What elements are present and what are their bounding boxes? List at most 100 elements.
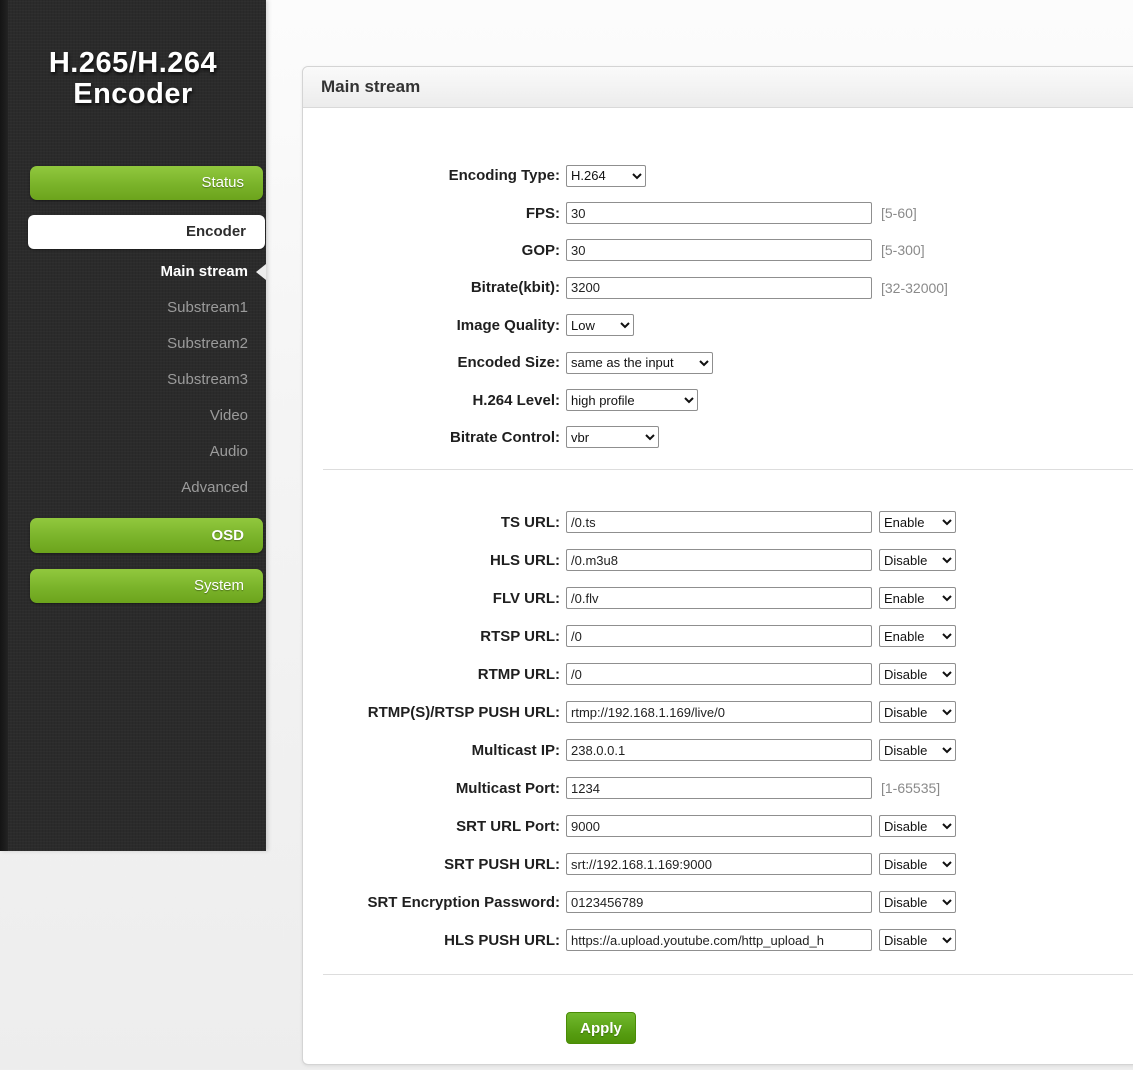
rtmp-url-row: RTMP URL: Disable (303, 655, 1133, 693)
hls-push-url-row: HLS PUSH URL: Disable (303, 921, 1133, 959)
bitrate-label: Bitrate(kbit): (470, 279, 560, 297)
sidebar-item-encoder[interactable]: Encoder (28, 215, 265, 249)
bitrate-input[interactable] (566, 276, 872, 299)
substream3-label: Substream3 (167, 371, 248, 388)
multicast-ip-state-select[interactable]: Disable (879, 739, 956, 762)
fps-input[interactable] (566, 202, 872, 225)
flv-url-label: FLV URL: (492, 589, 560, 607)
srt-encryption-password-state-select[interactable]: Disable (879, 891, 956, 914)
fps-range-hint: [5-60] (881, 205, 917, 222)
encoding-type-select[interactable]: H.264 (566, 164, 646, 187)
sidebar-item-main-stream[interactable]: Main stream (0, 254, 266, 290)
main-stream-panel: Main stream Encoding Type: H.264 FPS: [5… (302, 66, 1133, 1065)
flv-url-input[interactable] (566, 587, 872, 610)
flv-url-row: FLV URL: Enable (303, 579, 1133, 617)
srt-push-url-row: SRT PUSH URL: Disable (303, 845, 1133, 883)
sidebar-item-substream3[interactable]: Substream3 (0, 362, 266, 398)
multicast-port-row: Multicast Port: [1-65535] (303, 769, 1133, 807)
apply-row: Apply (303, 1012, 1133, 1045)
sidebar-item-advanced[interactable]: Advanced (0, 470, 266, 506)
rtmp-push-url-label: RTMP(S)/RTSP PUSH URL: (367, 703, 560, 721)
hls-push-url-state-select[interactable]: Disable (879, 929, 956, 952)
rtsp-url-input[interactable] (566, 625, 872, 648)
image-quality-select[interactable]: Low (566, 314, 634, 337)
main-stream-label: Main stream (160, 263, 248, 280)
image-quality-label: Image Quality: (456, 316, 560, 334)
osd-label: OSD (211, 527, 244, 544)
sidebar-item-osd[interactable]: OSD (30, 518, 263, 553)
substream2-label: Substream2 (167, 335, 248, 352)
ts-url-state-select[interactable]: Enable (879, 511, 956, 534)
gop-range-hint: [5-300] (881, 242, 925, 259)
srt-encryption-password-label: SRT Encryption Password: (367, 893, 560, 911)
hls-push-url-input[interactable] (566, 929, 872, 952)
substream1-label: Substream1 (167, 299, 248, 316)
page-title: Main stream (321, 77, 421, 96)
srt-push-url-input[interactable] (566, 853, 872, 876)
bitrate-control-label: Bitrate Control: (450, 428, 560, 446)
fps-label: FPS: (525, 204, 560, 222)
rtsp-url-label: RTSP URL: (480, 627, 560, 645)
gop-input[interactable] (566, 239, 872, 262)
h264-level-select[interactable]: high profile (566, 389, 698, 412)
panel-header: Main stream (303, 67, 1133, 108)
srt-url-port-state-select[interactable]: Disable (879, 815, 956, 838)
gop-row: GOP: [5-300] (303, 232, 1133, 269)
bitrate-control-row: Bitrate Control: vbr (303, 419, 1133, 456)
srt-encryption-password-row: SRT Encryption Password: Disable (303, 883, 1133, 921)
section-divider (323, 469, 1133, 471)
srt-url-port-input[interactable] (566, 815, 872, 838)
app-logo: H.265/H.264 Encoder (8, 48, 258, 110)
sidebar-item-system[interactable]: System (30, 569, 263, 603)
video-label: Video (209, 407, 248, 424)
encoded-size-label: Encoded Size: (457, 354, 560, 372)
multicast-port-input[interactable] (566, 777, 872, 800)
srt-push-url-label: SRT PUSH URL: (444, 855, 560, 873)
hls-url-input[interactable] (566, 549, 872, 572)
encoded-size-select[interactable]: same as the input (566, 351, 713, 374)
encoder-submenu: Main stream Substream1 Substream2 Substr… (0, 254, 266, 506)
multicast-ip-row: Multicast IP: Disable (303, 731, 1133, 769)
rtmp-push-url-input[interactable] (566, 701, 872, 724)
sidebar-item-video[interactable]: Video (0, 398, 266, 434)
srt-push-url-state-select[interactable]: Disable (879, 853, 956, 876)
rtmp-url-state-select[interactable]: Disable (879, 663, 956, 686)
logo-line2: Encoder (73, 78, 193, 110)
rtmp-push-url-state-select[interactable]: Disable (879, 701, 956, 724)
encoding-type-row: Encoding Type: H.264 (303, 157, 1133, 194)
ts-url-label: TS URL: (500, 513, 560, 531)
sidebar: H.265/H.264 Encoder Status Encoder Main … (0, 0, 266, 851)
multicast-ip-input[interactable] (566, 739, 872, 762)
apply-button[interactable]: Apply (566, 1012, 636, 1045)
encoding-type-label: Encoding Type: (448, 167, 560, 185)
encoded-size-row: Encoded Size: same as the input (303, 344, 1133, 381)
encoder-label: Encoder (185, 223, 246, 240)
hls-push-url-label: HLS PUSH URL: (444, 931, 560, 949)
hls-url-label: HLS URL: (490, 551, 560, 569)
system-label: System (193, 577, 244, 594)
bitrate-control-select[interactable]: vbr (566, 426, 659, 449)
fps-row: FPS: [5-60] (303, 194, 1133, 231)
rtmp-url-label: RTMP URL: (477, 665, 560, 683)
encoding-settings-block: Encoding Type: H.264 FPS: [5-60] GOP: [5… (303, 108, 1133, 456)
bitrate-range-hint: [32-32000] (881, 279, 948, 296)
ts-url-row: TS URL: Enable (303, 503, 1133, 541)
sidebar-item-status[interactable]: Status (30, 166, 263, 200)
flv-url-state-select[interactable]: Enable (879, 587, 956, 610)
rtmp-url-input[interactable] (566, 663, 872, 686)
sidebar-item-substream2[interactable]: Substream2 (0, 326, 266, 362)
srt-url-port-label: SRT URL Port: (456, 817, 560, 835)
url-settings-block: TS URL: Enable HLS URL: Disable FLV URL:… (303, 503, 1133, 959)
bitrate-row: Bitrate(kbit): [32-32000] (303, 269, 1133, 306)
sidebar-item-substream1[interactable]: Substream1 (0, 290, 266, 326)
section-divider (323, 974, 1133, 976)
srt-encryption-password-input[interactable] (566, 891, 872, 914)
ts-url-input[interactable] (566, 511, 872, 534)
rtsp-url-row: RTSP URL: Enable (303, 617, 1133, 655)
multicast-port-range-hint: [1-65535] (881, 780, 941, 797)
rtsp-url-state-select[interactable]: Enable (879, 625, 956, 648)
multicast-ip-label: Multicast IP: (471, 741, 560, 759)
sidebar-item-audio[interactable]: Audio (0, 434, 266, 470)
hls-url-row: HLS URL: Disable (303, 541, 1133, 579)
hls-url-state-select[interactable]: Disable (879, 549, 956, 572)
